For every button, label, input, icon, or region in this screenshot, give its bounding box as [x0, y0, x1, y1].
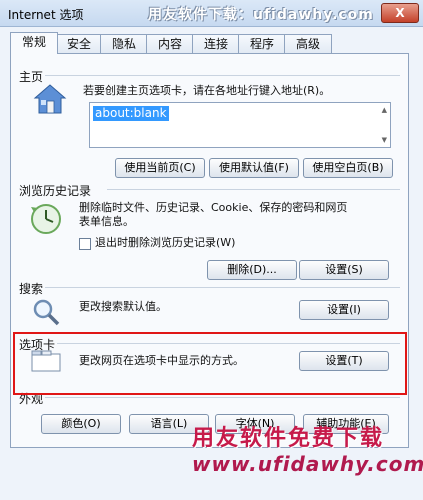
home-address-textarea[interactable]: about:blank ▲ ▼: [89, 102, 391, 148]
history-settings-button[interactable]: 设置(S): [299, 260, 389, 280]
use-blank-button[interactable]: 使用空白页(B): [303, 158, 393, 178]
title-bar: Internet 选项 用友软件下载：ufidawhy.com X: [0, 0, 423, 27]
use-current-button[interactable]: 使用当前页(C): [115, 158, 205, 178]
house-icon: [33, 84, 67, 114]
window-title: Internet 选项: [8, 8, 84, 22]
search-description: 更改搜索默认值。: [79, 300, 167, 313]
tab-security[interactable]: 安全: [56, 34, 102, 53]
appearance-divider: [45, 397, 400, 398]
tab-general[interactable]: 常规: [10, 32, 58, 54]
search-section-title: 搜索: [19, 282, 44, 296]
use-default-button[interactable]: 使用默认值(F): [209, 158, 299, 178]
delete-on-exit-checkbox[interactable]: [79, 238, 91, 250]
tab-connections[interactable]: 连接: [192, 34, 240, 53]
delete-on-exit-label: 退出时删除浏览历史记录(W): [95, 236, 236, 249]
history-description: 删除临时文件、历史记录、Cookie、保存的密码和网页表单信息。: [79, 201, 348, 228]
search-settings-button[interactable]: 设置(I): [299, 300, 389, 320]
close-button[interactable]: X: [381, 3, 419, 23]
watermark-bottom-url: www.ufidawhy.com: [192, 452, 423, 476]
magnifier-icon: [33, 299, 60, 326]
home-divider: [45, 75, 400, 76]
home-description: 若要创建主页选项卡，请在各地址行键入地址(R)。: [83, 84, 331, 97]
tab-advanced[interactable]: 高级: [284, 34, 332, 53]
tabs-highlight-box: [13, 332, 407, 395]
history-section-title: 浏览历史记录: [19, 184, 92, 198]
watermark-bottom-title: 用友软件免费下载: [192, 426, 385, 451]
home-address-value: about:blank: [93, 106, 169, 121]
history-divider: [107, 189, 400, 190]
watermark-top: 用友软件下载：ufidawhy.com: [148, 7, 374, 23]
tab-privacy[interactable]: 隐私: [100, 34, 148, 53]
colors-button[interactable]: 颜色(O): [41, 414, 121, 434]
scroll-up-icon[interactable]: ▲: [382, 106, 387, 114]
delete-history-button[interactable]: 删除(D)...: [207, 260, 297, 280]
scroll-down-icon[interactable]: ▼: [382, 136, 387, 144]
tab-programs[interactable]: 程序: [238, 34, 286, 53]
history-clock-icon: [31, 204, 61, 234]
search-divider: [45, 287, 400, 288]
tab-content[interactable]: 内容: [146, 34, 194, 53]
